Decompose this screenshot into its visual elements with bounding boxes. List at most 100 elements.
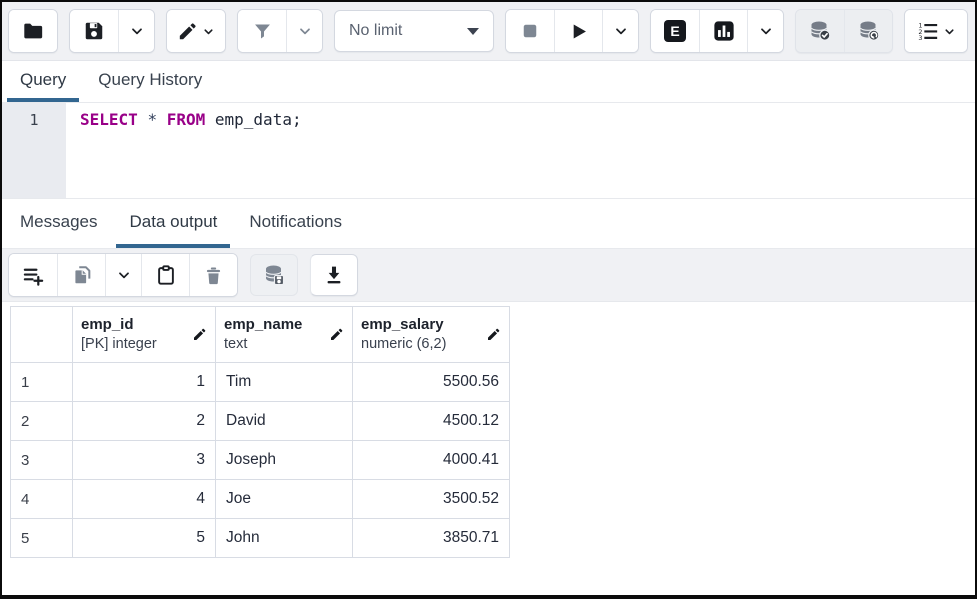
- column-type: numeric (6,2): [361, 335, 446, 353]
- edit-data-group: [8, 253, 238, 297]
- rollback-button[interactable]: [844, 10, 892, 52]
- output-tabbar: Messages Data output Notifications: [2, 198, 975, 249]
- query-tool-window: No limit E: [0, 0, 977, 599]
- chevron-down-icon: [943, 25, 956, 38]
- stop-button[interactable]: [506, 10, 554, 52]
- cell-emp-salary[interactable]: 3500.52: [353, 480, 510, 519]
- cell-emp-salary[interactable]: 4000.41: [353, 441, 510, 480]
- results-table: emp_id [PK] integer emp_name: [10, 306, 510, 558]
- add-row-button[interactable]: [9, 254, 57, 296]
- cell-emp-name[interactable]: Joseph: [216, 441, 353, 480]
- row-header[interactable]: 4: [11, 480, 73, 519]
- row-header[interactable]: 1: [11, 363, 73, 402]
- select-all-corner[interactable]: [11, 307, 73, 363]
- column-header-emp-name[interactable]: emp_name text: [216, 307, 353, 363]
- explain-analyze-button[interactable]: [699, 10, 747, 52]
- data-output-toolbar: [2, 249, 975, 302]
- tab-query-history[interactable]: Query History: [85, 61, 215, 102]
- tab-data-output-label: Data output: [129, 212, 217, 232]
- chevron-down-icon: [116, 267, 132, 283]
- sql-code-line: SELECT * FROM emp_data;: [66, 103, 975, 198]
- column-name: emp_name: [224, 316, 302, 335]
- explain-analyze-icon: [713, 20, 735, 42]
- add-row-icon: [22, 264, 45, 287]
- cell-emp-name[interactable]: Tim: [216, 363, 353, 402]
- open-file-button[interactable]: [9, 10, 57, 52]
- cell-emp-id[interactable]: 1: [73, 363, 216, 402]
- filter-button[interactable]: [238, 10, 286, 52]
- copy-options-button[interactable]: [105, 254, 141, 296]
- tab-notifications[interactable]: Notifications: [236, 199, 355, 248]
- macro-group: 123: [904, 9, 968, 53]
- filter-options-button[interactable]: [286, 10, 322, 52]
- copy-button[interactable]: [57, 254, 105, 296]
- cell-emp-id[interactable]: 3: [73, 441, 216, 480]
- delete-row-button[interactable]: [189, 254, 237, 296]
- filter-group: [237, 9, 323, 53]
- tab-query-label: Query: [20, 70, 66, 90]
- save-icon: [83, 20, 105, 42]
- rollback-icon: [857, 19, 881, 43]
- tab-query[interactable]: Query: [7, 61, 79, 102]
- download-results-button[interactable]: [310, 254, 358, 296]
- cell-emp-salary[interactable]: 4500.12: [353, 402, 510, 441]
- paste-icon: [155, 264, 177, 286]
- sql-identifier: emp_data;: [215, 110, 302, 129]
- sql-editor[interactable]: 1 SELECT * FROM emp_data;: [2, 103, 975, 198]
- chevron-down-icon: [758, 23, 774, 39]
- cell-emp-id[interactable]: 5: [73, 519, 216, 558]
- execute-button[interactable]: [554, 10, 602, 52]
- edit-column-icon[interactable]: [329, 327, 344, 342]
- cell-emp-name[interactable]: John: [216, 519, 353, 558]
- edit-column-icon[interactable]: [192, 327, 207, 342]
- cell-emp-salary[interactable]: 5500.56: [353, 363, 510, 402]
- chevron-down-icon: [129, 23, 145, 39]
- explain-icon: E: [664, 20, 686, 42]
- cell-emp-name[interactable]: David: [216, 402, 353, 441]
- sql-star: *: [147, 110, 157, 129]
- save-data-changes-button[interactable]: [250, 254, 298, 296]
- edit-icon: [177, 21, 198, 42]
- column-name: emp_id: [81, 316, 157, 335]
- main-toolbar: No limit E: [2, 2, 975, 61]
- edit-column-icon[interactable]: [486, 327, 501, 342]
- row-header[interactable]: 3: [11, 441, 73, 480]
- column-header-emp-salary[interactable]: emp_salary numeric (6,2): [353, 307, 510, 363]
- chevron-down-icon: [297, 23, 313, 39]
- save-file-button[interactable]: [70, 10, 118, 52]
- row-header[interactable]: 2: [11, 402, 73, 441]
- row-header[interactable]: 5: [11, 519, 73, 558]
- cell-emp-id[interactable]: 2: [73, 402, 216, 441]
- explain-button[interactable]: E: [651, 10, 699, 52]
- execute-icon: [568, 21, 589, 42]
- download-icon: [323, 264, 345, 286]
- column-type: text: [224, 335, 302, 353]
- save-options-button[interactable]: [118, 10, 154, 52]
- column-name: emp_salary: [361, 316, 446, 335]
- cell-emp-id[interactable]: 4: [73, 480, 216, 519]
- cell-emp-salary[interactable]: 3850.71: [353, 519, 510, 558]
- row-limit-select[interactable]: No limit: [334, 10, 494, 52]
- explain-options-button[interactable]: [747, 10, 783, 52]
- edit-group: [166, 9, 226, 53]
- edit-button[interactable]: [167, 10, 225, 52]
- tab-query-history-label: Query History: [98, 70, 202, 90]
- header-row: emp_id [PK] integer emp_name: [11, 307, 510, 363]
- cell-emp-name[interactable]: Joe: [216, 480, 353, 519]
- macro-button[interactable]: 123: [905, 10, 967, 52]
- commit-button[interactable]: [796, 10, 844, 52]
- paste-button[interactable]: [141, 254, 189, 296]
- folder-icon: [22, 20, 44, 42]
- filter-icon: [252, 21, 273, 42]
- column-header-emp-id[interactable]: emp_id [PK] integer: [73, 307, 216, 363]
- svg-text:3: 3: [918, 34, 922, 42]
- tab-data-output[interactable]: Data output: [116, 199, 230, 248]
- transaction-group: [795, 9, 893, 53]
- explain-group: E: [650, 9, 784, 53]
- line-number-gutter: 1: [2, 103, 66, 198]
- delete-icon: [203, 265, 224, 286]
- sql-keyword: FROM: [167, 110, 206, 129]
- row-limit-value: No limit: [349, 22, 402, 40]
- execute-options-button[interactable]: [602, 10, 638, 52]
- tab-messages[interactable]: Messages: [7, 199, 110, 248]
